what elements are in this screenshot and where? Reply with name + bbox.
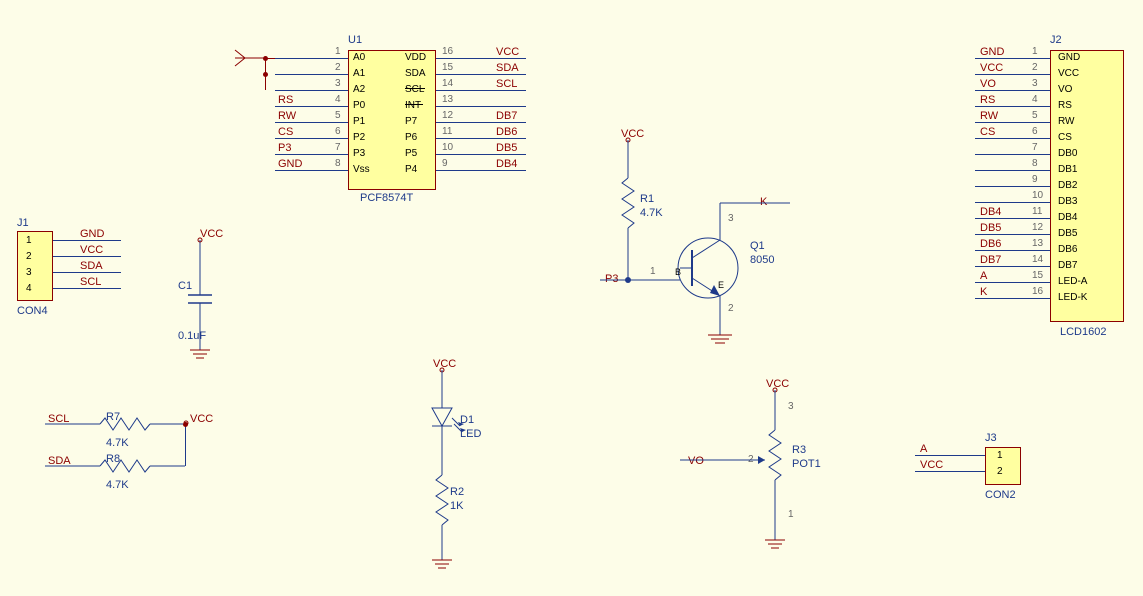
net-label: P3 bbox=[278, 142, 291, 154]
j3-value: CON2 bbox=[985, 489, 1016, 501]
potentiometer-r3 bbox=[680, 390, 800, 560]
svg-text:B: B bbox=[675, 267, 681, 277]
net-label: DB4 bbox=[980, 206, 1001, 218]
resistor-r7 bbox=[45, 418, 195, 430]
junction bbox=[263, 72, 268, 77]
net-label: RS bbox=[980, 94, 995, 106]
net-label: GND bbox=[80, 228, 104, 240]
j1-value: CON4 bbox=[17, 305, 48, 317]
net-label: DB6 bbox=[980, 238, 1001, 250]
net-label: DB7 bbox=[496, 110, 517, 122]
net-label: DB4 bbox=[496, 158, 517, 170]
net-label: SCL bbox=[496, 78, 517, 90]
pot-vcc: VCC bbox=[766, 378, 789, 390]
net-label: VCC bbox=[980, 62, 1003, 74]
q1-vcc: VCC bbox=[621, 128, 644, 140]
net-label: A bbox=[980, 270, 987, 282]
net-label: DB5 bbox=[980, 222, 1001, 234]
net-label: VCC bbox=[920, 459, 943, 471]
r7-value: 4.7K bbox=[106, 437, 129, 449]
resistor-r8 bbox=[45, 460, 195, 472]
net-label: VCC bbox=[496, 46, 519, 58]
net-label: VO bbox=[980, 78, 996, 90]
net-label: SDA bbox=[80, 260, 103, 272]
gnd-symbol-u1 bbox=[225, 54, 265, 74]
net-label: RW bbox=[278, 110, 296, 122]
led-d1-r2 bbox=[420, 370, 480, 580]
connector-j1 bbox=[17, 231, 53, 301]
net-label: SCL bbox=[80, 276, 101, 288]
junction bbox=[263, 56, 268, 61]
j2-ref: J2 bbox=[1050, 34, 1062, 46]
net-label: CS bbox=[278, 126, 293, 138]
net-label: RW bbox=[980, 110, 998, 122]
net-label: K bbox=[980, 286, 987, 298]
net-label: DB5 bbox=[496, 142, 517, 154]
r8-value: 4.7K bbox=[106, 479, 129, 491]
svg-text:E: E bbox=[718, 280, 724, 290]
net-label: DB6 bbox=[496, 126, 517, 138]
net-label: GND bbox=[980, 46, 1004, 58]
u1-value: PCF8574T bbox=[360, 192, 413, 204]
u1-ref: U1 bbox=[348, 34, 362, 46]
c1-net-top: VCC bbox=[200, 228, 223, 240]
d1-net-top: VCC bbox=[433, 358, 456, 370]
net-label: VCC bbox=[80, 244, 103, 256]
j1-ref: J1 bbox=[17, 217, 29, 229]
j2-value: LCD1602 bbox=[1060, 326, 1106, 338]
net-label: RS bbox=[278, 94, 293, 106]
transistor-q1: B E bbox=[600, 140, 800, 360]
connector-j3 bbox=[985, 447, 1021, 485]
capacitor-c1 bbox=[185, 240, 215, 360]
net-label: DB7 bbox=[980, 254, 1001, 266]
j3-ref: J3 bbox=[985, 432, 997, 444]
net-label: A bbox=[920, 443, 927, 455]
net-label: SDA bbox=[496, 62, 519, 74]
net-label: GND bbox=[278, 158, 302, 170]
net-label: CS bbox=[980, 126, 995, 138]
